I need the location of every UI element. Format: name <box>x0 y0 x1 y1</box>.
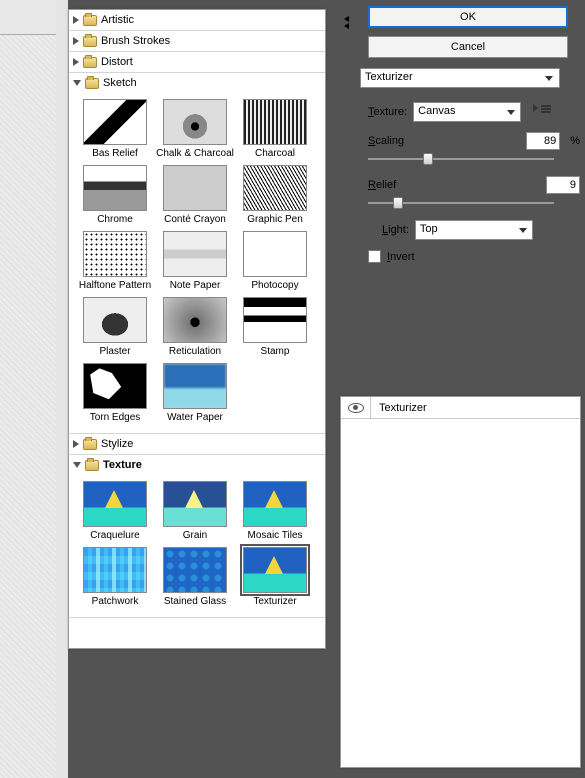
disclosure-triangle-right-icon <box>73 37 79 45</box>
document-preview[interactable] <box>0 35 56 778</box>
filter-plaster[interactable]: Plaster <box>75 297 155 357</box>
scaling-slider[interactable] <box>368 152 554 166</box>
visibility-toggle[interactable] <box>341 397 371 418</box>
disclosure-triangle-right-icon <box>73 440 79 448</box>
filter-chalk-charcoal[interactable]: Chalk & Charcoal <box>155 99 235 159</box>
category-sketch[interactable]: Sketch Bas Relief Chalk & Charcoal Charc… <box>69 73 325 434</box>
relief-input[interactable] <box>546 176 580 194</box>
folder-icon <box>85 460 99 471</box>
relief-slider[interactable] <box>368 196 554 210</box>
cancel-button[interactable]: Cancel <box>368 36 568 58</box>
invert-checkbox-row[interactable]: Invert <box>368 250 580 263</box>
category-stylize[interactable]: Stylize <box>69 434 325 455</box>
light-select[interactable]: Top <box>415 220 533 240</box>
effect-layers-panel: Texturizer <box>340 396 581 768</box>
invert-checkbox[interactable] <box>368 250 381 263</box>
texture-label: Texture: <box>368 106 407 118</box>
workspace: Artistic Brush Strokes Distort <box>0 0 585 778</box>
texture-thumbnails: Craquelure Grain Mosaic Tiles Patchwork … <box>69 475 325 617</box>
filter-halftone-pattern[interactable]: Halftone Pattern <box>75 231 155 291</box>
effect-layer-name: Texturizer <box>371 402 427 414</box>
scaling-input[interactable] <box>526 132 560 150</box>
filter-texturizer[interactable]: Texturizer <box>235 547 315 607</box>
filter-gallery-panel: Artistic Brush Strokes Distort <box>68 9 326 649</box>
invert-label: Invert <box>387 251 415 263</box>
texture-select[interactable]: Canvas <box>413 102 521 122</box>
folder-icon <box>85 78 99 89</box>
filter-torn-edges[interactable]: Torn Edges <box>75 363 155 423</box>
filter-craquelure[interactable]: Craquelure <box>75 481 155 541</box>
filter-select-value: Texturizer <box>365 71 413 83</box>
filter-mosaic-tiles[interactable]: Mosaic Tiles <box>235 481 315 541</box>
collapse-panel-icon[interactable] <box>340 14 354 28</box>
filter-grain[interactable]: Grain <box>155 481 235 541</box>
category-label: Stylize <box>101 438 133 450</box>
category-label: Sketch <box>103 77 137 89</box>
sketch-thumbnails: Bas Relief Chalk & Charcoal Charcoal Chr… <box>69 93 325 433</box>
category-label: Texture <box>103 459 142 471</box>
filter-water-paper[interactable]: Water Paper <box>155 363 235 423</box>
category-label: Distort <box>101 56 133 68</box>
category-label: Artistic <box>101 14 134 26</box>
filter-conte-crayon[interactable]: Conté Crayon <box>155 165 235 225</box>
filter-reticulation[interactable]: Reticulation <box>155 297 235 357</box>
ok-button[interactable]: OK <box>368 6 568 28</box>
filter-stained-glass[interactable]: Stained Glass <box>155 547 235 607</box>
disclosure-triangle-right-icon <box>73 16 79 24</box>
category-artistic[interactable]: Artistic <box>69 10 325 31</box>
disclosure-triangle-down-icon <box>73 462 81 468</box>
filter-select[interactable]: Texturizer <box>360 68 560 88</box>
effect-layers-empty <box>341 419 580 767</box>
filter-stamp[interactable]: Stamp <box>235 297 315 357</box>
folder-icon <box>83 36 97 47</box>
filter-settings: Texture: Canvas Scaling % <box>368 102 580 263</box>
filter-note-paper[interactable]: Note Paper <box>155 231 235 291</box>
relief-label: Relief <box>368 179 396 191</box>
eye-icon <box>348 403 364 413</box>
panel-edge <box>56 0 68 778</box>
texture-menu-icon[interactable] <box>533 104 553 120</box>
filter-bas-relief[interactable]: Bas Relief <box>75 99 155 159</box>
filter-photocopy[interactable]: Photocopy <box>235 231 315 291</box>
folder-icon <box>83 57 97 68</box>
options-panel: OK Cancel Texturizer Texture: Canvas Sca… <box>340 6 581 263</box>
disclosure-triangle-down-icon <box>73 80 81 86</box>
effect-layer-row[interactable]: Texturizer <box>341 397 580 419</box>
filter-patchwork[interactable]: Patchwork <box>75 547 155 607</box>
folder-icon <box>83 15 97 26</box>
document-area <box>0 0 56 778</box>
light-label: Light: <box>382 224 409 236</box>
filter-graphic-pen[interactable]: Graphic Pen <box>235 165 315 225</box>
category-texture[interactable]: Texture Craquelure Grain Mosaic Tiles Pa… <box>69 455 325 618</box>
document-top-bar <box>0 0 56 35</box>
category-label: Brush Strokes <box>101 35 170 47</box>
folder-icon <box>83 439 97 450</box>
filter-chrome[interactable]: Chrome <box>75 165 155 225</box>
category-distort[interactable]: Distort <box>69 52 325 73</box>
category-brush-strokes[interactable]: Brush Strokes <box>69 31 325 52</box>
percent-label: % <box>570 135 580 147</box>
disclosure-triangle-right-icon <box>73 58 79 66</box>
filter-charcoal[interactable]: Charcoal <box>235 99 315 159</box>
scaling-label: Scaling <box>368 135 404 147</box>
